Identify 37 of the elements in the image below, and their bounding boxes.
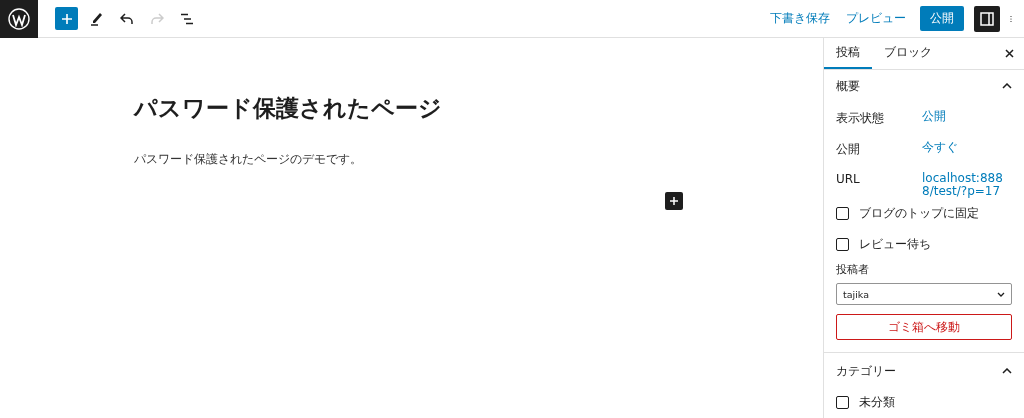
field-value-link[interactable]: localhost:8888/test/?p=17 <box>922 172 1012 199</box>
save-draft-button[interactable]: 下書き保存 <box>764 6 836 31</box>
paragraph-text[interactable]: パスワード保護されたページのデモです。 <box>134 152 823 167</box>
checkbox-label: ブログのトップに固定 <box>859 205 979 223</box>
checkbox-label: レビュー待ち <box>859 236 931 254</box>
undo-icon <box>120 12 134 25</box>
close-icon[interactable] <box>1005 49 1014 59</box>
field-value-link[interactable]: 公開 <box>922 110 1012 124</box>
settings-toggle[interactable] <box>974 5 1000 32</box>
author-select[interactable]: tajika <box>836 283 1012 306</box>
checkbox[interactable] <box>836 207 849 221</box>
panel-header[interactable]: カテゴリー <box>824 355 1024 387</box>
plus-icon <box>669 196 679 206</box>
chevron-down-icon <box>997 291 1005 297</box>
page-title[interactable]: パスワード保護されたページ <box>134 94 823 122</box>
checkbox-label: 未分類 <box>859 394 895 411</box>
move-to-trash-button[interactable]: ゴミ箱へ移動 <box>836 314 1012 341</box>
plus-icon <box>60 12 73 25</box>
checkbox[interactable] <box>836 238 849 252</box>
redo-icon <box>150 12 164 25</box>
field-label: 表示状態 <box>836 110 885 128</box>
publish-button[interactable]: 公開 <box>920 6 964 31</box>
add-block-button[interactable] <box>665 192 683 210</box>
sidebar-tab[interactable]: 投稿 <box>824 38 872 70</box>
field-label: URL <box>836 172 861 187</box>
field-label: 公開 <box>836 141 861 159</box>
field-value-link[interactable]: 今すぐ <box>922 141 1012 155</box>
inserter-button[interactable] <box>55 7 78 30</box>
wordpress-logo[interactable] <box>0 0 38 38</box>
list-view-icon <box>180 12 194 25</box>
sidebar-tab[interactable]: ブロック <box>872 38 944 70</box>
checkbox[interactable] <box>836 396 849 409</box>
panel-header[interactable]: 概要 <box>824 70 1024 103</box>
preview-button[interactable]: プレビュー <box>840 6 912 31</box>
pen-icon <box>90 11 104 26</box>
sidebar-panel-icon <box>980 11 994 26</box>
author-label: 投稿者 <box>836 262 870 278</box>
